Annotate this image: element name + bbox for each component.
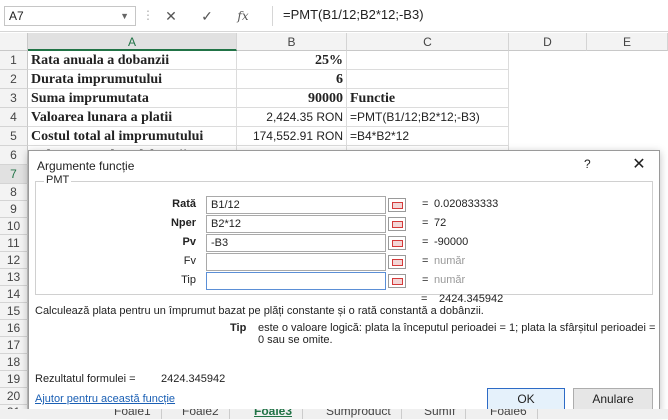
insert-function-icon[interactable]: fx xyxy=(232,5,254,27)
column-header-b[interactable]: B xyxy=(237,33,347,51)
column-header-d[interactable]: D xyxy=(509,33,587,51)
collapse-dialog-icon[interactable] xyxy=(388,274,406,288)
cancel-formula-icon[interactable]: ✕ xyxy=(160,5,182,27)
arg-label-rata: Rată xyxy=(172,198,196,210)
arg-result-nper: 72 xyxy=(434,217,447,229)
row-header[interactable]: 11 xyxy=(0,235,28,252)
tip-label: Tip xyxy=(230,322,247,334)
close-icon[interactable]: ✕ xyxy=(629,154,649,174)
row-header[interactable]: 1 xyxy=(0,51,28,70)
formula-result-value: 2424.345942 xyxy=(161,373,226,385)
sheet-tabs: Foaie1 Foaie2 Foaie3 Sumproduct SumIf Fo… xyxy=(0,409,668,419)
sheet-tab[interactable]: Foaie6 xyxy=(480,409,538,419)
row-header[interactable]: 8 xyxy=(0,184,28,201)
arg-label-nper: Nper xyxy=(170,217,196,229)
column-header-c[interactable]: C xyxy=(347,33,509,51)
arg-label-pv: Pv xyxy=(182,236,196,248)
cell-a4[interactable]: Valoarea lunara a platii xyxy=(28,108,237,127)
function-name: PMT xyxy=(44,174,72,186)
formula-result-label: Rezultatul formulei = xyxy=(35,373,136,385)
row-header[interactable]: 7 xyxy=(0,165,28,184)
select-all-corner[interactable] xyxy=(0,33,28,51)
row-header[interactable]: 10 xyxy=(0,218,28,235)
cell-b2[interactable]: 6 xyxy=(237,70,347,89)
name-box-value: A7 xyxy=(9,9,24,23)
sheet-tab-active[interactable]: Foaie3 xyxy=(244,409,304,419)
row-header[interactable]: 20 xyxy=(0,388,28,405)
column-header-e[interactable]: E xyxy=(587,33,668,51)
sheet-tab[interactable]: Foaie1 xyxy=(104,409,162,419)
function-arguments-dialog: Argumente funcție ? ✕ PMT Rată B1/12 = 0… xyxy=(28,150,660,412)
help-link[interactable]: Ajutor pentru această funcție xyxy=(35,393,175,405)
row-header[interactable]: 18 xyxy=(0,354,28,371)
cell-c4[interactable]: =PMT(B1/12;B2*12;-B3) xyxy=(347,108,509,127)
arg-result-rata: 0.020833333 xyxy=(434,198,499,210)
row-header[interactable]: 12 xyxy=(0,252,28,269)
equals-sign: = xyxy=(422,274,429,286)
cell-a1[interactable]: Rata anuala a dobanzii xyxy=(28,51,237,70)
arguments-group: PMT Rată B1/12 = 0.020833333 Nper B2*12 … xyxy=(35,174,653,295)
tip-description: este o valoare logică: plata la începutu… xyxy=(258,322,656,346)
row-header[interactable]: 5 xyxy=(0,127,28,146)
chevron-down-icon[interactable]: ▼ xyxy=(120,7,129,25)
column-header-a[interactable]: A xyxy=(28,33,237,51)
row-header[interactable]: 3 xyxy=(0,89,28,108)
cell-b1[interactable]: 25% xyxy=(237,51,347,70)
arg-input-rata[interactable]: B1/12 xyxy=(206,196,386,214)
equals-sign: = xyxy=(422,255,429,267)
row-header[interactable]: 4 xyxy=(0,108,28,127)
function-description: Calculează plata pentru un împrumut baza… xyxy=(35,305,484,317)
equals-sign: = xyxy=(422,236,429,248)
arg-input-tip[interactable] xyxy=(206,272,386,290)
formula-input[interactable]: =PMT(B1/12;B2*12;-B3) xyxy=(272,6,668,26)
row-header[interactable]: 2 xyxy=(0,70,28,89)
cell-a5[interactable]: Costul total al imprumutului xyxy=(28,127,237,146)
cell-b4[interactable]: 2,424.35 RON xyxy=(237,108,347,127)
cell-b5[interactable]: 174,552.91 RON xyxy=(237,127,347,146)
collapse-dialog-icon[interactable] xyxy=(388,255,406,269)
row-header[interactable]: 17 xyxy=(0,337,28,354)
collapse-dialog-icon[interactable] xyxy=(388,236,406,250)
arg-label-tip: Tip xyxy=(181,274,196,286)
arg-label-fv: Fv xyxy=(183,255,196,267)
sheet-tab[interactable]: Sumproduct xyxy=(316,409,402,419)
arg-result-fv: număr xyxy=(434,255,466,267)
cell-c1[interactable] xyxy=(347,51,509,70)
row-header[interactable]: 14 xyxy=(0,286,28,303)
cancel-button[interactable]: Anulare xyxy=(573,388,653,410)
cell-c2[interactable] xyxy=(347,70,509,89)
cell-c3[interactable]: Functie xyxy=(347,89,509,108)
cell-a2[interactable]: Durata imprumutului xyxy=(28,70,237,89)
row-header[interactable]: 9 xyxy=(0,201,28,218)
row-header[interactable]: 6 xyxy=(0,146,28,165)
row-header[interactable]: 15 xyxy=(0,303,28,320)
enter-formula-icon[interactable]: ✓ xyxy=(196,5,218,27)
total-result: 2424.345942 xyxy=(439,293,504,305)
arg-input-pv[interactable]: -B3 xyxy=(206,234,386,252)
sheet-tab[interactable]: Foaie2 xyxy=(172,409,230,419)
collapse-dialog-icon[interactable] xyxy=(388,217,406,231)
equals-sign: = xyxy=(421,293,428,305)
row-header[interactable]: 13 xyxy=(0,269,28,286)
separator-dots: ⋮ xyxy=(142,8,154,22)
cell-b3[interactable]: 90000 xyxy=(237,89,347,108)
arg-input-fv[interactable] xyxy=(206,253,386,271)
row-header[interactable]: 19 xyxy=(0,371,28,388)
name-box[interactable]: A7 ▼ xyxy=(4,6,136,26)
equals-sign: = xyxy=(422,217,429,229)
cell-a3[interactable]: Suma imprumutata xyxy=(28,89,237,108)
sheet-tab[interactable]: SumIf xyxy=(414,409,467,419)
arg-input-nper[interactable]: B2*12 xyxy=(206,215,386,233)
dialog-title: Argumente funcție xyxy=(37,159,135,173)
cell-c5[interactable]: =B4*B2*12 xyxy=(347,127,509,146)
collapse-dialog-icon[interactable] xyxy=(388,198,406,212)
formula-bar: A7 ▼ ⋮ ✕ ✓ fx =PMT(B1/12;B2*12;-B3) xyxy=(0,0,668,32)
help-icon[interactable]: ? xyxy=(584,157,591,171)
equals-sign: = xyxy=(422,198,429,210)
arg-result-pv: -90000 xyxy=(434,236,469,248)
arg-result-tip: număr xyxy=(434,274,466,286)
row-header[interactable]: 16 xyxy=(0,320,28,337)
ok-button[interactable]: OK xyxy=(487,388,565,410)
